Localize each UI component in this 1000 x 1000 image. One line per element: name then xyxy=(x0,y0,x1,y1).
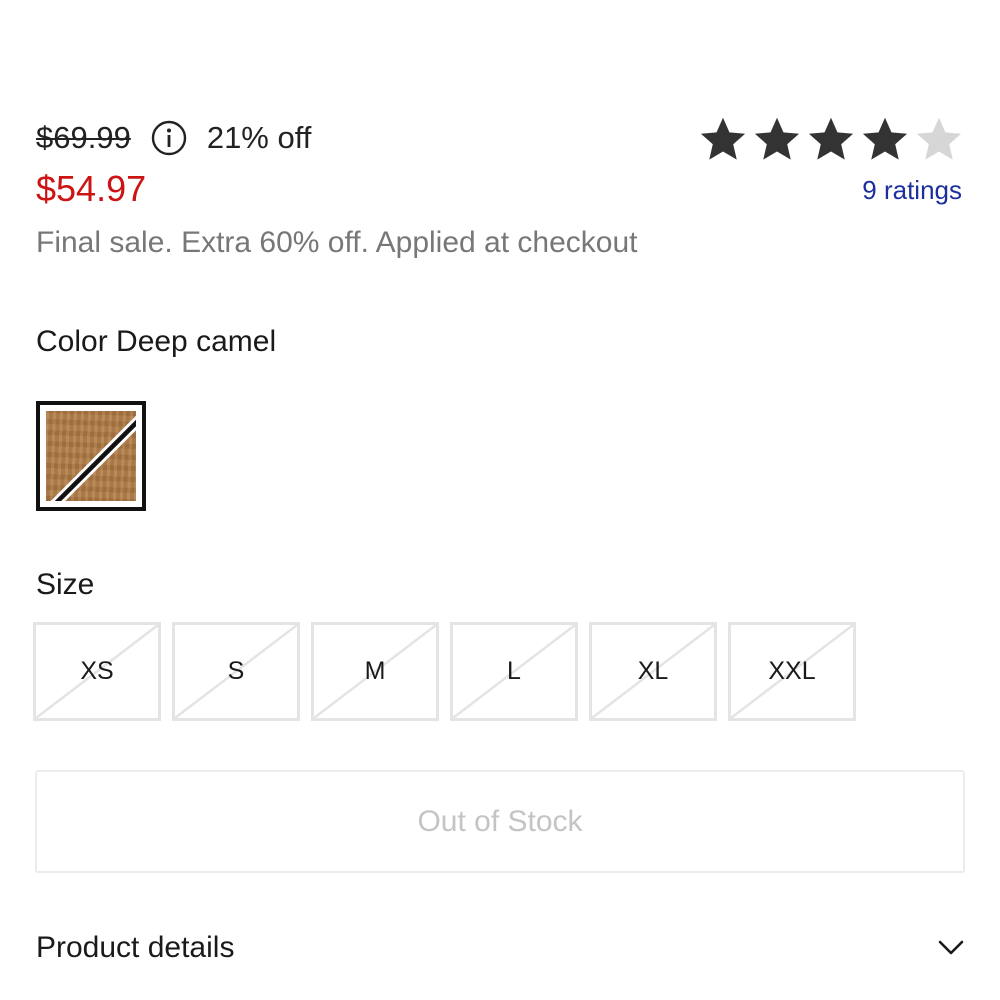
ratings-link[interactable]: 9 ratings xyxy=(862,175,962,206)
price-row: $69.99 21% off xyxy=(36,116,311,160)
out-of-stock-button[interactable]: Out of Stock xyxy=(35,770,965,873)
product-details-accordion[interactable]: Product details xyxy=(36,920,966,976)
sale-price: $54.97 xyxy=(36,168,147,209)
size-label: Size xyxy=(36,568,95,601)
size-option-label: XS xyxy=(80,657,114,685)
size-options: XS S M L XL XXL xyxy=(33,622,856,721)
chevron-down-icon xyxy=(938,940,964,956)
original-price: $69.99 xyxy=(36,120,131,155)
star-empty-icon xyxy=(914,114,964,164)
size-option-m[interactable]: M xyxy=(311,622,439,721)
size-option-xxl[interactable]: XXL xyxy=(728,622,856,721)
promo-text: Final sale. Extra 60% off. Applied at ch… xyxy=(36,226,638,259)
swatch-image xyxy=(46,411,136,501)
info-icon[interactable] xyxy=(151,120,187,156)
size-option-l[interactable]: L xyxy=(450,622,578,721)
star-rating[interactable] xyxy=(698,114,964,164)
size-option-label: S xyxy=(227,657,245,685)
star-filled-icon xyxy=(698,114,748,164)
size-option-label: XL xyxy=(637,657,669,685)
size-option-label: M xyxy=(364,657,386,685)
unavailable-slash-icon xyxy=(50,415,136,501)
color-label: Color Deep camel xyxy=(36,325,277,358)
size-option-label: XXL xyxy=(768,657,816,685)
discount-label: 21% off xyxy=(206,120,312,155)
product-details-title: Product details xyxy=(36,931,235,964)
star-filled-icon xyxy=(860,114,910,164)
size-option-xs[interactable]: XS xyxy=(33,622,161,721)
star-filled-icon xyxy=(752,114,802,164)
star-filled-icon xyxy=(806,114,856,164)
color-swatch-deep-camel[interactable] xyxy=(36,401,146,511)
size-option-label: L xyxy=(507,657,521,685)
size-option-s[interactable]: S xyxy=(172,622,300,721)
size-option-xl[interactable]: XL xyxy=(589,622,717,721)
